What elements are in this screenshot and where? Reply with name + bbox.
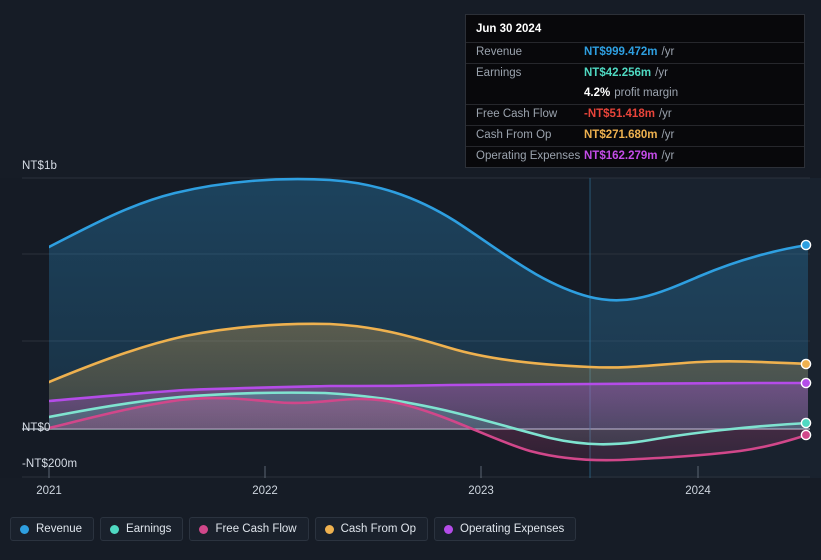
endpoint-marker-operating-expenses[interactable] bbox=[800, 377, 812, 389]
legend-label-earnings: Earnings bbox=[126, 523, 172, 535]
endpoint-marker-revenue[interactable] bbox=[800, 239, 812, 251]
legend-label-revenue: Revenue bbox=[36, 523, 83, 535]
x-axis-label-2024: 2024 bbox=[685, 485, 711, 497]
x-axis-label-2023: 2023 bbox=[468, 485, 494, 497]
tooltip-key-free-cash-flow: Free Cash Flow bbox=[476, 108, 558, 120]
legend-label-free-cash-flow: Free Cash Flow bbox=[215, 523, 297, 535]
tooltip-key-earnings: Earnings bbox=[476, 67, 522, 79]
endpoint-marker-free-cash-flow[interactable] bbox=[800, 429, 812, 441]
legend-dot-revenue-icon bbox=[20, 524, 29, 534]
tooltip-row-revenue: Revenue NT$999.472m /yr bbox=[466, 42, 804, 63]
legend-dot-cash-from-op-icon bbox=[324, 524, 334, 534]
tooltip-value-revenue: NT$999.472m bbox=[584, 46, 658, 58]
tooltip-suffix-operating-expenses: /yr bbox=[661, 150, 675, 162]
tooltip-value-profit-margin: 4.2% bbox=[584, 87, 611, 99]
financial-area-chart: NT$1b NT$0 -NT$200m 2021 2022 2023 2024 … bbox=[0, 0, 821, 560]
legend-label-operating-expenses: Operating Expenses bbox=[460, 523, 565, 535]
plot-area bbox=[0, 166, 821, 478]
plot-svg bbox=[0, 177, 821, 478]
tooltip-suffix-earnings: /yr bbox=[655, 67, 668, 79]
tooltip-row-earnings: Earnings NT$42.256m /yr bbox=[466, 63, 804, 84]
legend-item-operating-expenses[interactable]: Operating Expenses bbox=[434, 517, 577, 541]
tooltip-suffix-free-cash-flow: /yr bbox=[658, 108, 672, 120]
tooltip-date: Jun 30 2024 bbox=[476, 23, 542, 35]
tooltip-row-cash-from-op: Cash From Op NT$271.680m /yr bbox=[466, 125, 804, 146]
tooltip-key-cash-from-op: Cash From Op bbox=[476, 129, 552, 141]
legend-dot-earnings-icon bbox=[110, 524, 120, 534]
legend-item-free-cash-flow[interactable]: Free Cash Flow bbox=[189, 517, 309, 541]
legend-item-cash-from-op[interactable]: Cash From Op bbox=[314, 517, 429, 541]
tooltip-value-cash-from-op: NT$271.680m bbox=[584, 129, 658, 141]
tooltip-row-operating-expenses: Operating Expenses NT$162.279m /yr bbox=[466, 146, 804, 167]
legend-item-revenue[interactable]: Revenue bbox=[10, 517, 95, 541]
legend-dot-free-cash-flow-icon bbox=[199, 524, 209, 534]
legend-label-cash-from-op: Cash From Op bbox=[340, 523, 417, 535]
tooltip-value-earnings: NT$42.256m bbox=[584, 67, 652, 79]
y-axis-label-top: NT$1b bbox=[22, 160, 58, 172]
tooltip-suffix-revenue: /yr bbox=[661, 46, 675, 58]
tooltip-value-operating-expenses: NT$162.279m bbox=[584, 150, 658, 162]
legend-item-earnings[interactable]: Earnings bbox=[100, 517, 184, 541]
tooltip-row-profit-margin: 4.2% profit margin bbox=[466, 84, 804, 104]
tooltip-suffix-profit-margin: profit margin bbox=[614, 87, 679, 99]
tooltip-value-free-cash-flow: -NT$51.418m bbox=[584, 108, 655, 120]
endpoint-marker-cash-from-op[interactable] bbox=[800, 358, 812, 370]
x-axis-label-2021: 2021 bbox=[36, 485, 62, 497]
legend-dot-operating-expenses-icon bbox=[444, 524, 454, 534]
y-axis-label-bottom: -NT$200m bbox=[22, 458, 78, 470]
x-axis-label-2022: 2022 bbox=[252, 485, 278, 497]
tooltip-row-free-cash-flow: Free Cash Flow -NT$51.418m /yr bbox=[466, 104, 804, 125]
tooltip-key-operating-expenses: Operating Expenses bbox=[476, 150, 581, 162]
chart-legend: Revenue Earnings Free Cash Flow Cash Fro… bbox=[10, 517, 577, 541]
y-axis-label-zero: NT$0 bbox=[22, 422, 51, 434]
tooltip-suffix-cash-from-op: /yr bbox=[661, 129, 675, 141]
data-tooltip: Jun 30 2024 Revenue NT$999.472m /yr Earn… bbox=[465, 14, 805, 168]
tooltip-key-revenue: Revenue bbox=[476, 46, 523, 58]
endpoint-marker-earnings[interactable] bbox=[800, 417, 812, 429]
